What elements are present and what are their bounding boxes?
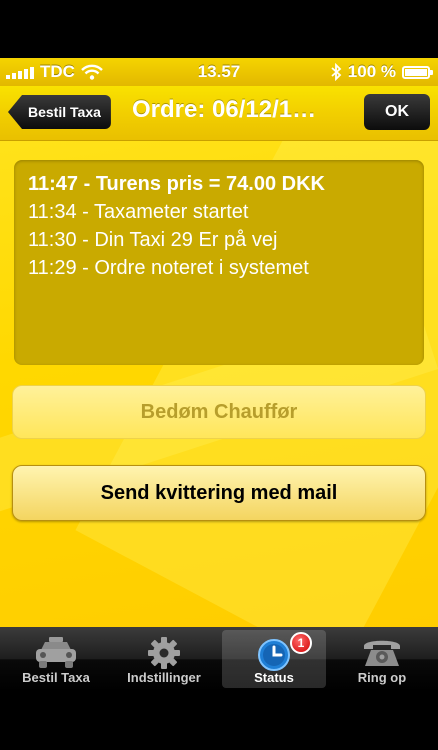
tab-label: Indstillinger <box>127 670 201 685</box>
tab-label: Ring op <box>357 670 407 685</box>
tab-status[interactable]: 1 Status <box>222 630 326 688</box>
ok-button[interactable]: OK <box>364 94 430 130</box>
page-title: Ordre: 06/12/1… <box>132 96 317 123</box>
top-black-area <box>0 0 438 58</box>
battery-label: 100 % <box>347 62 396 81</box>
send-receipt-button[interactable]: Send kvittering med mail <box>12 465 426 521</box>
app-screen: TDC 13.57 100 % Bestil Taxa Ordre: 06/12… <box>0 0 438 750</box>
tab-bestil-taxa[interactable]: Bestil Taxa <box>4 630 108 688</box>
log-line: 11:29 - Ordre noteret i systemet <box>28 257 309 279</box>
order-log: 11:47 - Turens pris = 74.00 DKK 11:34 - … <box>14 160 424 365</box>
rate-driver-button[interactable]: Bedøm Chauffør <box>12 385 426 439</box>
tab-label: Status <box>254 670 294 685</box>
gear-icon <box>148 637 180 669</box>
status-right: 100 % <box>330 62 433 82</box>
status-badge: 1 <box>290 632 312 654</box>
clock-icon <box>258 639 290 671</box>
main-content: 11:47 - Turens pris = 74.00 DKK 11:34 - … <box>0 141 438 627</box>
navigation-bar: Bestil Taxa Ordre: 06/12/1… OK <box>0 86 438 141</box>
status-bar: TDC 13.57 100 % <box>0 58 438 86</box>
log-line: 11:34 - Taxameter startet <box>28 201 249 223</box>
back-button[interactable]: Bestil Taxa <box>8 95 111 129</box>
tab-ring-op[interactable]: Ring op <box>330 630 434 688</box>
tab-label: Bestil Taxa <box>22 670 90 685</box>
log-line: 11:30 - Din Taxi 29 Er på vej <box>28 229 278 251</box>
tab-indstillinger[interactable]: Indstillinger <box>112 630 216 688</box>
bluetooth-icon <box>331 63 342 81</box>
log-line: 11:47 - Turens pris = 74.00 DKK <box>28 173 325 195</box>
tab-bar: Bestil Taxa Indstillinger 1 Status Ring … <box>0 627 438 691</box>
phone-icon <box>364 640 400 666</box>
bottom-black-area <box>0 691 438 750</box>
battery-icon <box>402 65 433 79</box>
taxi-icon <box>36 637 76 668</box>
